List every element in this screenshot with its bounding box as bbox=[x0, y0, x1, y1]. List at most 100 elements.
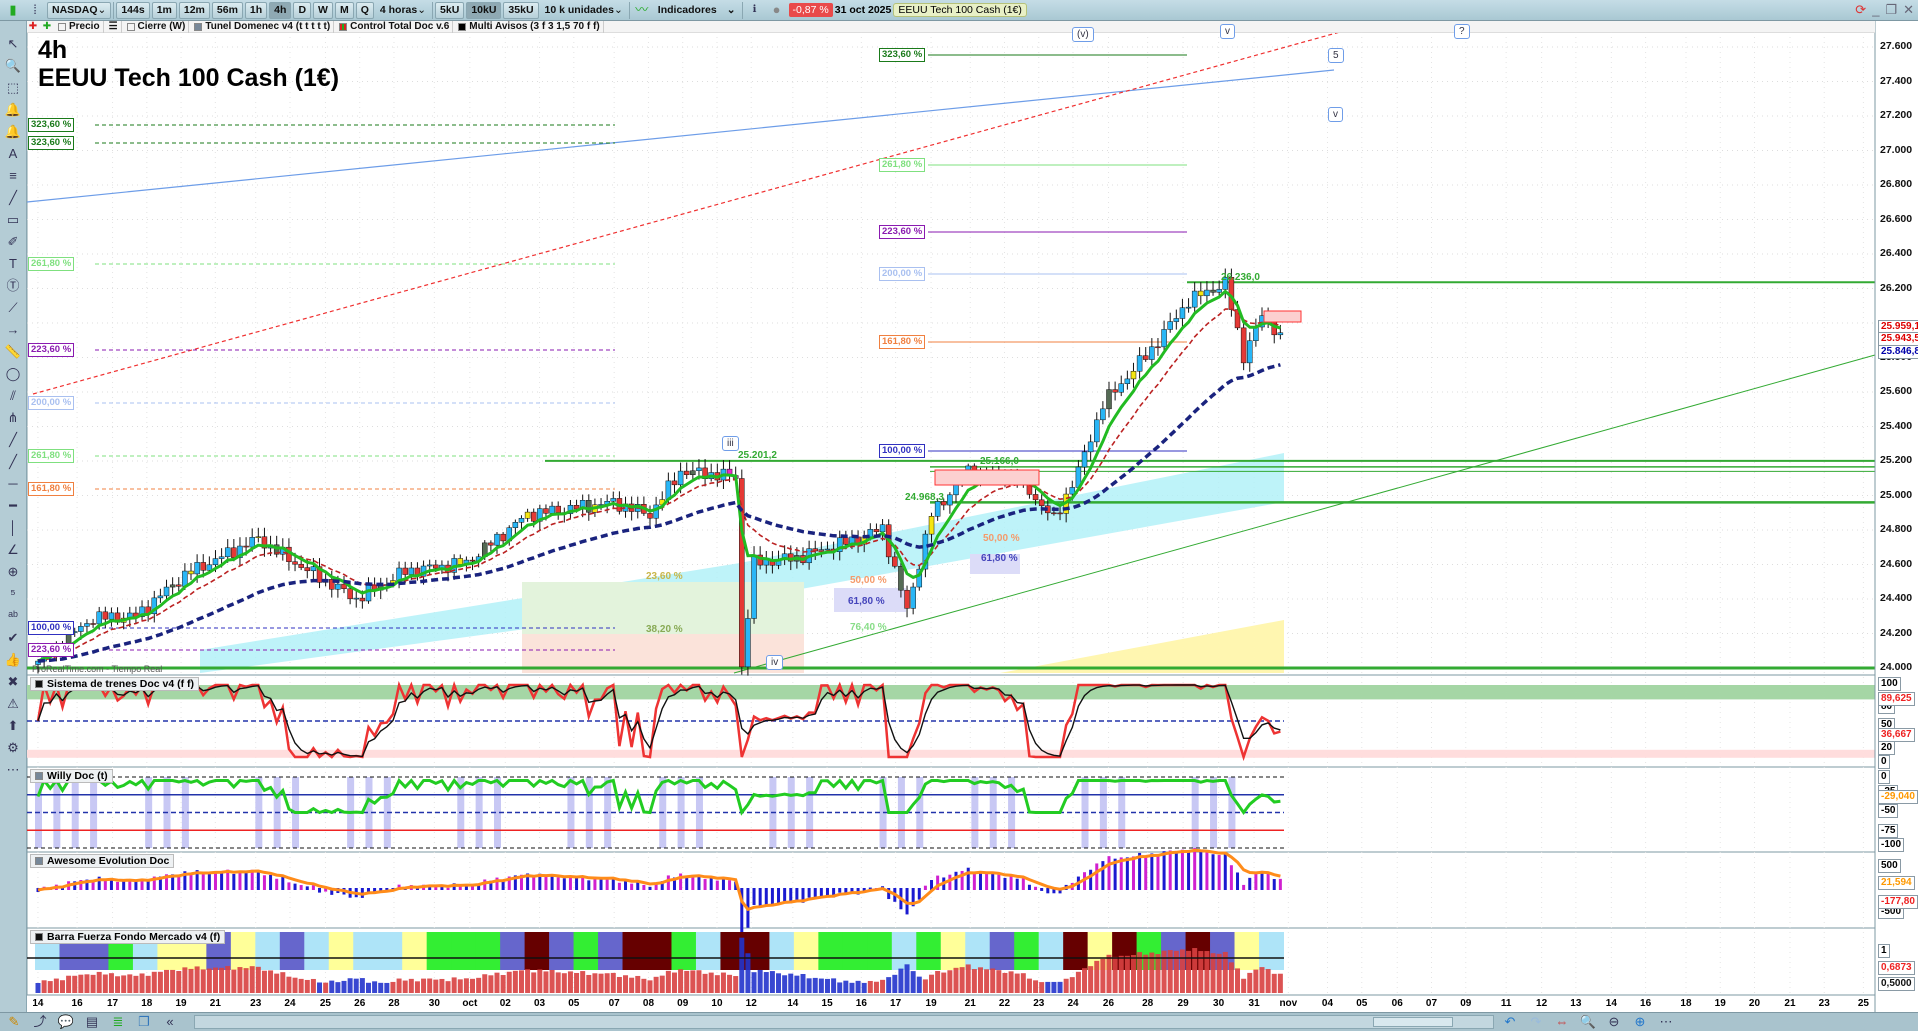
text-icon[interactable]: T bbox=[3, 255, 23, 273]
add-indicator-icon[interactable]: ✚ bbox=[41, 18, 53, 36]
more-icon[interactable]: ⋯ bbox=[1656, 1013, 1676, 1031]
unit-button[interactable]: 35kU bbox=[503, 1, 539, 19]
chart-canvas[interactable] bbox=[0, 0, 1918, 1031]
line-icon[interactable]: ╱ bbox=[3, 189, 23, 207]
candle bbox=[1112, 389, 1118, 393]
close-icon[interactable]: ✕ bbox=[1903, 2, 1914, 18]
timeframe-button[interactable]: M bbox=[334, 1, 354, 19]
symbol-select[interactable]: NASDAQ bbox=[47, 1, 112, 19]
awesome-bar bbox=[281, 876, 285, 890]
panel-title-barra[interactable]: Barra Fuerza Fondo Mercado v4 (f) bbox=[30, 930, 226, 944]
thumbs-up-icon[interactable]: 👍 bbox=[3, 651, 23, 669]
redo-icon[interactable]: ↷ bbox=[1526, 1013, 1546, 1031]
panel-tick: 0 bbox=[1878, 755, 1890, 769]
minimize-icon[interactable]: _ bbox=[1872, 2, 1879, 18]
comment-icon[interactable]: 💬 bbox=[56, 1013, 76, 1031]
fibonacci-icon[interactable]: ≡ bbox=[3, 167, 23, 185]
indicators-icon[interactable]: 〰 bbox=[632, 1, 652, 19]
warning-icon[interactable]: ⚠ bbox=[3, 695, 23, 713]
circle-plus-icon[interactable]: ⊕ bbox=[3, 563, 23, 581]
unit-button[interactable]: 10kU bbox=[466, 1, 502, 19]
legend-tunel[interactable]: Tunel Domenec v4 (t t t t t) bbox=[191, 20, 335, 33]
timeframe-button[interactable]: 4h bbox=[269, 1, 292, 19]
timeframe-button[interactable]: 1m bbox=[151, 1, 177, 19]
timeframe-button[interactable]: 1h bbox=[244, 1, 268, 19]
segment-icon[interactable]: ⟋ bbox=[3, 299, 23, 317]
candle bbox=[775, 559, 782, 566]
restore-icon[interactable]: ❐ bbox=[1885, 2, 1897, 18]
ray-icon[interactable]: ╱ bbox=[3, 431, 23, 449]
zoom-box-icon[interactable]: ⬚ bbox=[3, 79, 23, 97]
settings-icon[interactable]: ⚙ bbox=[3, 739, 23, 757]
windows-icon[interactable]: ❐ bbox=[134, 1013, 154, 1031]
vline-icon[interactable]: │ bbox=[3, 519, 23, 537]
more-tools-icon[interactable]: ⋯ bbox=[3, 761, 23, 779]
brush-icon[interactable]: ✐ bbox=[3, 233, 23, 251]
alert-icon[interactable]: 🔔 bbox=[3, 101, 23, 119]
share-icon[interactable]: ⤴ bbox=[30, 1013, 50, 1031]
legend-cierre[interactable]: Cierre (W) bbox=[124, 20, 190, 33]
ruler-icon[interactable]: 📏 bbox=[3, 343, 23, 361]
units-select[interactable]: 10 k unidades bbox=[541, 2, 627, 19]
report-icon[interactable]: ▤ bbox=[82, 1013, 102, 1031]
pitchfork-icon[interactable]: ⋔ bbox=[3, 409, 23, 427]
layers-icon[interactable]: ≣ bbox=[108, 1013, 128, 1031]
info-icon[interactable]: ℹ bbox=[745, 1, 765, 19]
timeframe-button[interactable]: W bbox=[313, 1, 333, 19]
text-circle-icon[interactable]: Ⓣ bbox=[3, 277, 23, 295]
timeframe-button[interactable]: D bbox=[293, 1, 312, 19]
list-icon[interactable]: ☰ bbox=[106, 20, 122, 33]
autoscale-icon[interactable]: ⇔ bbox=[1552, 1013, 1572, 1031]
timeframe-button[interactable]: 56m bbox=[211, 1, 243, 19]
cross-icon[interactable]: ✖ bbox=[3, 673, 23, 691]
awesome-bar bbox=[856, 888, 860, 895]
candle bbox=[157, 595, 164, 599]
panel-title-trenes[interactable]: Sistema de trenes Doc v4 (f f) bbox=[30, 677, 200, 691]
legend-multiavisos[interactable]: Multi Avisos (3 f 3 1,5 70 f f) bbox=[455, 20, 604, 33]
ellipse-icon[interactable]: ◯ bbox=[3, 365, 23, 383]
timeframe-button[interactable]: 12m bbox=[178, 1, 210, 19]
chart-type-icon[interactable]: ▮ bbox=[3, 1, 23, 19]
indicators-dropdown[interactable]: ⌄ bbox=[723, 2, 740, 19]
barra-bar bbox=[188, 968, 194, 993]
trendline-icon[interactable]: ╱ bbox=[3, 453, 23, 471]
alert-bell-icon[interactable]: 🔔 bbox=[3, 123, 23, 141]
pointer-icon[interactable]: ↖ bbox=[3, 35, 23, 53]
pencil-icon[interactable]: ✎ bbox=[4, 1013, 24, 1031]
wave-count-icon[interactable]: ⁵ bbox=[3, 585, 23, 603]
rectangle-icon[interactable]: ▭ bbox=[3, 211, 23, 229]
legend-precio[interactable]: Precio bbox=[55, 20, 104, 33]
undo-icon[interactable]: ↶ bbox=[1500, 1013, 1520, 1031]
panel-title-willy[interactable]: Willy Doc (t) bbox=[30, 769, 113, 783]
indicators-button[interactable]: Indicadores bbox=[654, 2, 721, 19]
text-tool-icon[interactable]: A bbox=[3, 145, 23, 163]
awesome-bar bbox=[954, 871, 958, 890]
abc-icon[interactable]: ᵃᵇ bbox=[3, 607, 23, 625]
hline-icon[interactable]: ━ bbox=[3, 497, 23, 515]
horizontal-scrollbar[interactable] bbox=[194, 1015, 1494, 1029]
channel-icon[interactable]: ⫽ bbox=[3, 387, 23, 405]
zoom-out-icon[interactable]: ⊖ bbox=[1604, 1013, 1624, 1031]
remove-indicator-icon[interactable]: ✚ bbox=[27, 18, 39, 36]
refresh-icon[interactable]: ⟳ bbox=[1855, 2, 1866, 18]
arrow-icon[interactable]: → bbox=[3, 321, 23, 339]
legend-control[interactable]: Control Total Doc v.6 bbox=[336, 20, 454, 33]
support-trend-line[interactable] bbox=[733, 354, 1876, 674]
scrollbar-thumb[interactable] bbox=[1373, 1017, 1453, 1027]
zoom-in-icon[interactable]: ⊕ bbox=[1630, 1013, 1650, 1031]
hline-light-icon[interactable]: ─ bbox=[3, 475, 23, 493]
timeframe-button[interactable]: 144s bbox=[116, 1, 150, 19]
period-select[interactable]: 4 horas bbox=[376, 2, 430, 19]
angle-icon[interactable]: ∠ bbox=[3, 541, 23, 559]
zoom-icon[interactable]: 🔍 bbox=[3, 57, 23, 75]
panel-title-awesome[interactable]: Awesome Evolution Doc bbox=[30, 854, 175, 868]
timeframe-button[interactable]: Q bbox=[355, 1, 374, 19]
zoom-fit-icon[interactable]: 🔍 bbox=[1578, 1013, 1598, 1031]
grip-icon[interactable]: ⁞ bbox=[25, 1, 45, 19]
wave-label: ? bbox=[1454, 24, 1470, 39]
collapse-icon[interactable]: « bbox=[160, 1013, 180, 1031]
check-icon[interactable]: ✔ bbox=[3, 629, 23, 647]
unit-button[interactable]: 5kU bbox=[435, 1, 465, 19]
barra-bar bbox=[751, 972, 757, 993]
up-arrow-icon[interactable]: ⬆ bbox=[3, 717, 23, 735]
